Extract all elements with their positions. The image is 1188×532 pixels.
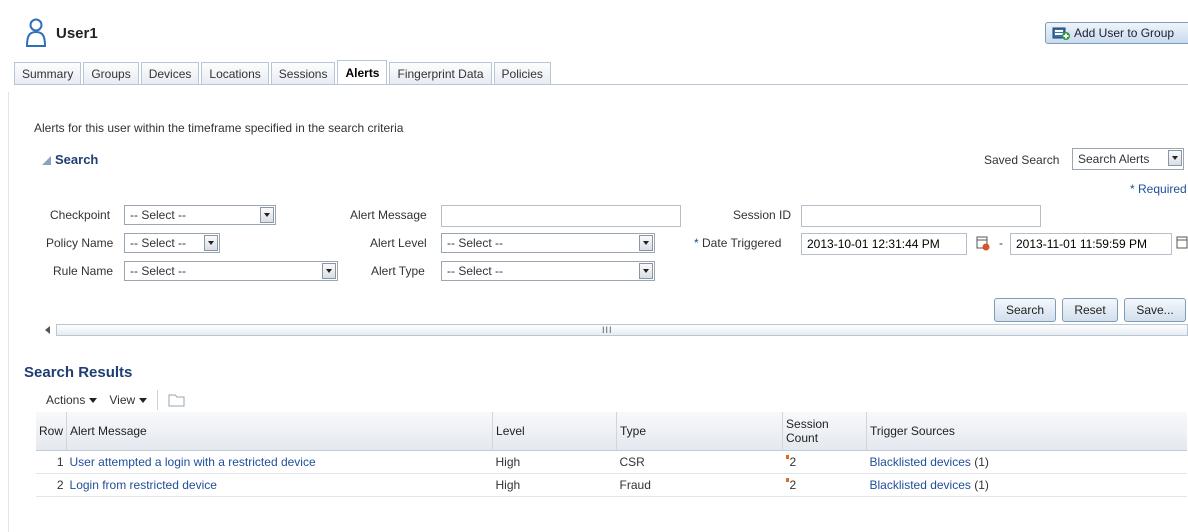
add-user-to-group-button[interactable]: Add User to Group: [1045, 22, 1188, 44]
policy-name-select[interactable]: -- Select --: [124, 233, 220, 253]
trigger-source-link[interactable]: Blacklisted devices: [870, 455, 971, 469]
rule-name-label: Rule Name: [53, 264, 114, 278]
user-header: User1: [24, 16, 98, 50]
tab-groups[interactable]: Groups: [83, 62, 139, 84]
search-button[interactable]: Search: [994, 298, 1056, 322]
scrollbar-thumb[interactable]: [56, 324, 1188, 336]
date-to-input[interactable]: [1010, 233, 1172, 255]
collapse-toggle-icon[interactable]: [42, 156, 51, 165]
tab-locations[interactable]: Locations: [201, 62, 269, 84]
flag-icon: [785, 454, 789, 459]
session-id-label: Session ID: [733, 208, 792, 222]
table-row[interactable]: 2 Login from restricted device High Frau…: [36, 473, 1187, 497]
tab-sessions[interactable]: Sessions: [270, 62, 336, 84]
trigger-source-link[interactable]: Blacklisted devices: [870, 478, 971, 492]
tab-bar: Summary Groups Devices Locations Session…: [14, 60, 553, 84]
rule-name-select[interactable]: -- Select --: [124, 261, 338, 281]
session-count-cell: 2: [782, 473, 867, 497]
search-section-title: Search: [55, 152, 99, 167]
content-border: [8, 92, 9, 532]
view-menu[interactable]: View: [109, 393, 148, 407]
scrollbar-grip: III: [602, 325, 613, 335]
tab-fingerprint-data[interactable]: Fingerprint Data: [389, 62, 492, 84]
level-cell: High: [492, 473, 617, 497]
session-count-cell: 2: [782, 450, 867, 474]
alert-message-label: Alert Message: [350, 208, 427, 222]
saved-search-value: Search Alerts: [1078, 152, 1150, 166]
search-results-title: Search Results: [24, 364, 133, 381]
column-header-type[interactable]: Type: [616, 412, 784, 451]
reset-button[interactable]: Reset: [1062, 298, 1118, 322]
search-section-header[interactable]: Search: [42, 152, 98, 167]
column-header-session-count[interactable]: Session Count: [782, 412, 868, 451]
type-cell: Fraud: [616, 473, 783, 497]
alert-message-input[interactable]: [441, 205, 681, 227]
alert-message-link[interactable]: User attempted a login with a restricted…: [70, 455, 316, 469]
add-user-button-label: Add User to Group: [1074, 26, 1175, 40]
row-number: 1: [36, 450, 67, 474]
row-number: 2: [36, 473, 67, 497]
tab-alerts[interactable]: Alerts: [337, 60, 388, 84]
alert-type-select[interactable]: -- Select --: [441, 261, 655, 281]
folder-icon[interactable]: [168, 393, 186, 407]
alert-type-value: -- Select --: [447, 264, 504, 278]
table-header-row: Row Alert Message Level Type Session Cou…: [36, 412, 1187, 451]
results-toolbar: Actions View: [46, 390, 186, 410]
column-header-alert-message[interactable]: Alert Message: [66, 412, 494, 451]
calendar-icon[interactable]: [1176, 235, 1188, 251]
horizontal-scrollbar[interactable]: III: [42, 322, 1188, 338]
tab-policies[interactable]: Policies: [493, 62, 551, 84]
user-icon: [25, 18, 47, 47]
chevron-down-icon[interactable]: [639, 235, 653, 251]
tab-summary[interactable]: Summary: [14, 62, 82, 84]
save-button[interactable]: Save...: [1124, 298, 1186, 322]
alerts-description: Alerts for this user within the timefram…: [34, 121, 404, 135]
required-note: * Required: [1130, 182, 1187, 196]
policy-name-label: Policy Name: [46, 236, 114, 250]
chevron-down-icon[interactable]: [1168, 150, 1182, 166]
column-header-level[interactable]: Level: [492, 412, 618, 451]
saved-search-label: Saved Search: [984, 153, 1060, 167]
chevron-down-icon[interactable]: [260, 207, 274, 223]
chevron-down-icon[interactable]: [204, 235, 218, 251]
tab-devices[interactable]: Devices: [140, 62, 200, 84]
date-triggered-label: * Date Triggered: [694, 236, 782, 250]
alert-level-value: -- Select --: [447, 236, 504, 250]
toolbar-separator: [157, 390, 159, 410]
trigger-sources-cell: Blacklisted devices (1): [866, 450, 1187, 474]
alert-level-select[interactable]: -- Select --: [441, 233, 655, 253]
results-table: Row Alert Message Level Type Session Cou…: [36, 412, 1187, 497]
checkpoint-value: -- Select --: [130, 208, 187, 222]
date-from-input[interactable]: [801, 233, 967, 255]
rule-name-value: -- Select --: [130, 264, 187, 278]
flag-icon: [785, 477, 789, 482]
policy-name-value: -- Select --: [130, 236, 187, 250]
calendar-icon[interactable]: [976, 235, 990, 251]
scroll-left-icon[interactable]: [44, 326, 52, 334]
page-title: User1: [56, 24, 98, 42]
add-group-icon: [1052, 27, 1070, 40]
chevron-down-icon[interactable]: [639, 263, 653, 279]
type-cell: CSR: [616, 450, 783, 474]
checkpoint-select[interactable]: -- Select --: [124, 205, 276, 225]
checkpoint-label: Checkpoint: [50, 208, 111, 222]
chevron-down-icon[interactable]: [322, 263, 336, 279]
session-id-input[interactable]: [801, 205, 1041, 227]
tab-divider: [14, 84, 1188, 85]
alert-level-label: Alert Level: [370, 236, 427, 250]
alert-message-link[interactable]: Login from restricted device: [70, 478, 217, 492]
saved-search-select[interactable]: Search Alerts: [1072, 148, 1184, 170]
date-range-separator: -: [999, 236, 1003, 250]
table-row[interactable]: 1 User attempted a login with a restrict…: [36, 450, 1187, 474]
alert-type-label: Alert Type: [371, 264, 425, 278]
column-header-row[interactable]: Row: [36, 412, 68, 451]
actions-menu[interactable]: Actions: [46, 393, 98, 407]
column-header-trigger-sources[interactable]: Trigger Sources: [866, 412, 1187, 451]
trigger-sources-cell: Blacklisted devices (1): [866, 473, 1187, 497]
level-cell: High: [492, 450, 617, 474]
